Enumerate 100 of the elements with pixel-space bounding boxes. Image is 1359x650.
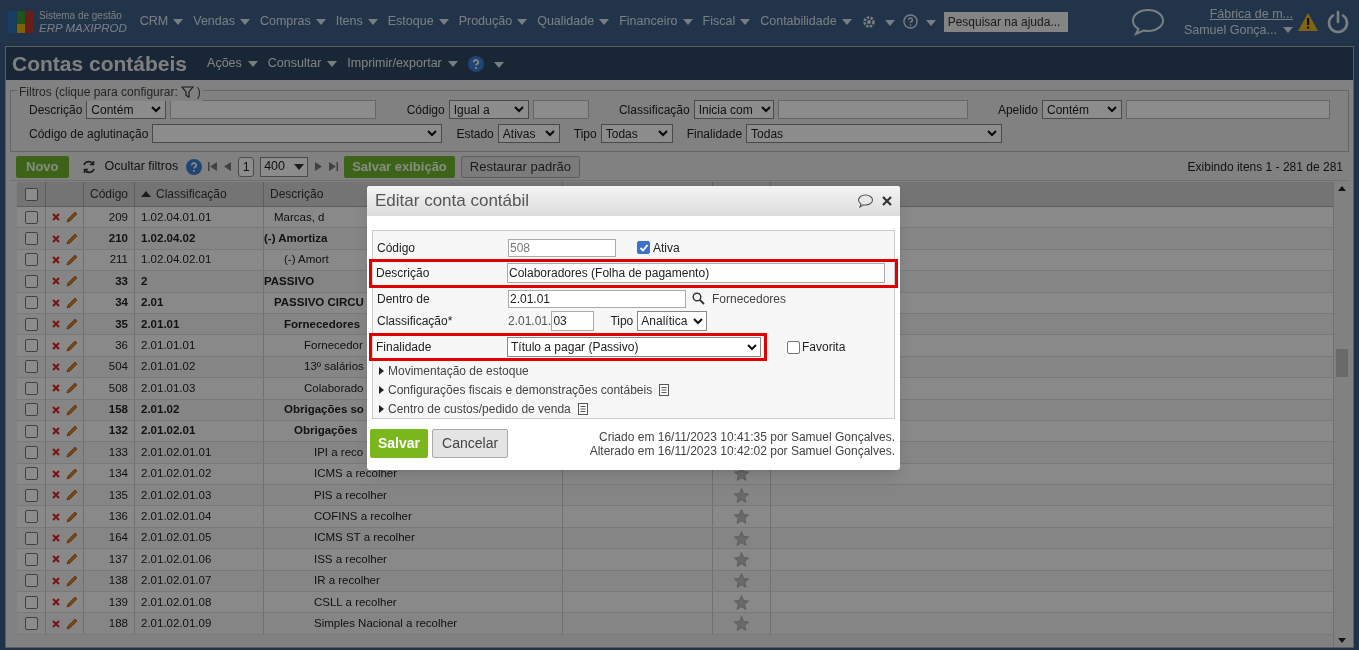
edit-icon[interactable] — [64, 210, 78, 225]
parent-field[interactable]: 2.01.01 — [508, 289, 686, 308]
delete-icon[interactable] — [51, 234, 60, 243]
user-menu[interactable]: Samuel Gonça... — [1183, 21, 1293, 38]
edit-icon[interactable] — [64, 424, 78, 439]
filter-input[interactable] — [532, 100, 589, 119]
edit-icon[interactable] — [64, 338, 78, 353]
row-checkbox[interactable] — [24, 360, 38, 374]
edit-icon[interactable] — [64, 445, 78, 460]
row-checkbox[interactable] — [24, 488, 38, 502]
menu-item[interactable]: Vendas — [188, 12, 255, 31]
classification-field[interactable]: 03 — [551, 311, 595, 332]
menu-item[interactable]: Qualidade — [532, 12, 615, 31]
star-icon[interactable] — [734, 616, 749, 632]
row-checkbox[interactable] — [24, 617, 38, 631]
next-page-icon[interactable] — [314, 162, 324, 171]
filter-select[interactable]: Todas — [746, 124, 1003, 143]
menu-item[interactable]: CRM — [134, 12, 189, 31]
delete-icon[interactable] — [51, 427, 60, 436]
delete-icon[interactable] — [51, 341, 60, 350]
star-icon[interactable] — [734, 509, 749, 525]
row-checkbox[interactable] — [24, 467, 38, 481]
settings-icon[interactable] — [860, 13, 877, 30]
delete-icon[interactable] — [51, 255, 60, 264]
page-menu[interactable]: Consultar — [267, 54, 338, 73]
delete-icon[interactable] — [51, 469, 60, 478]
edit-icon[interactable] — [64, 359, 78, 374]
filter-select[interactable]: Todas — [600, 124, 673, 143]
last-page-icon[interactable] — [329, 162, 339, 171]
row-checkbox[interactable] — [24, 510, 38, 524]
page-menu[interactable]: Imprimir/exportar — [347, 54, 458, 73]
menu-item[interactable]: Produção — [453, 12, 533, 31]
delete-icon[interactable] — [51, 619, 60, 628]
edit-icon[interactable] — [64, 573, 78, 588]
edit-icon[interactable] — [64, 295, 78, 310]
chat-icon[interactable] — [1129, 6, 1166, 37]
edit-icon[interactable] — [64, 252, 78, 267]
operator-select[interactable]: Igual a — [448, 100, 529, 119]
filter-input[interactable] — [170, 100, 377, 119]
delete-icon[interactable] — [51, 405, 60, 414]
description-field[interactable]: Colaboradores (Folha de pagamento) — [507, 263, 885, 284]
menu-item[interactable]: Financeiro — [614, 12, 698, 31]
row-checkbox[interactable] — [24, 253, 38, 267]
edit-icon[interactable] — [64, 231, 78, 246]
delete-icon[interactable] — [51, 534, 60, 543]
select-all-checkbox[interactable] — [24, 187, 38, 201]
help-icon[interactable] — [467, 55, 484, 72]
star-icon[interactable] — [734, 594, 749, 610]
star-icon[interactable] — [734, 551, 749, 567]
warning-icon[interactable] — [1297, 11, 1319, 32]
column-header[interactable]: Classificação — [135, 182, 264, 206]
delete-icon[interactable] — [51, 320, 60, 329]
edit-icon[interactable] — [64, 381, 78, 396]
delete-icon[interactable] — [51, 576, 60, 585]
menu-item[interactable]: Estoque — [382, 12, 454, 31]
page-menu[interactable]: Ações — [207, 54, 258, 73]
row-checkbox[interactable] — [24, 317, 38, 331]
refresh-icon[interactable] — [80, 159, 97, 174]
edit-icon[interactable] — [64, 552, 78, 567]
row-checkbox[interactable] — [24, 574, 38, 588]
menu-item[interactable]: Contabilidade — [755, 12, 857, 31]
delete-icon[interactable] — [51, 598, 60, 607]
row-checkbox[interactable] — [24, 552, 38, 566]
close-icon[interactable] — [882, 196, 892, 206]
star-icon[interactable] — [734, 487, 749, 503]
type-select[interactable]: Analítica — [637, 311, 708, 332]
power-icon[interactable] — [1325, 8, 1351, 35]
filter-icon[interactable] — [180, 86, 194, 98]
delete-icon[interactable] — [51, 448, 60, 457]
help-search-field[interactable]: Pesquisar na ajuda... — [943, 11, 1068, 32]
previous-page-icon[interactable] — [223, 162, 233, 171]
row-checkbox[interactable] — [24, 339, 38, 353]
save-button[interactable]: Salvar — [370, 429, 429, 458]
delete-icon[interactable] — [51, 362, 60, 371]
section-toggle[interactable]: Movimentação de estoque — [379, 361, 529, 380]
favorite-checkbox[interactable] — [787, 340, 800, 354]
star-icon[interactable] — [734, 530, 749, 546]
page-size-select[interactable]: 400 — [260, 156, 309, 177]
section-toggle[interactable]: Configurações fiscais e demonstrações contábeis — [379, 380, 653, 399]
edit-icon[interactable] — [64, 531, 78, 546]
delete-icon[interactable] — [51, 491, 60, 500]
delete-icon[interactable] — [51, 512, 60, 521]
help-icon[interactable] — [186, 158, 203, 175]
edit-icon[interactable] — [64, 317, 78, 332]
comment-icon[interactable] — [857, 194, 874, 208]
hide-filters-button[interactable]: Ocultar filtros — [102, 157, 181, 176]
operator-select[interactable]: Contém — [1041, 100, 1122, 119]
row-checkbox[interactable] — [24, 232, 38, 246]
filter-input[interactable] — [777, 100, 968, 119]
row-checkbox[interactable] — [24, 381, 38, 395]
edit-icon[interactable] — [64, 402, 78, 417]
edit-icon[interactable] — [64, 466, 78, 481]
edit-icon[interactable] — [64, 274, 78, 289]
row-checkbox[interactable] — [24, 446, 38, 459]
delete-icon[interactable] — [51, 277, 60, 286]
delete-icon[interactable] — [51, 555, 60, 564]
row-checkbox[interactable] — [24, 531, 38, 545]
scroll-up-icon[interactable] — [1337, 186, 1346, 191]
restore-default-button[interactable]: Restaurar padrão — [460, 155, 580, 178]
row-checkbox[interactable] — [24, 274, 38, 288]
